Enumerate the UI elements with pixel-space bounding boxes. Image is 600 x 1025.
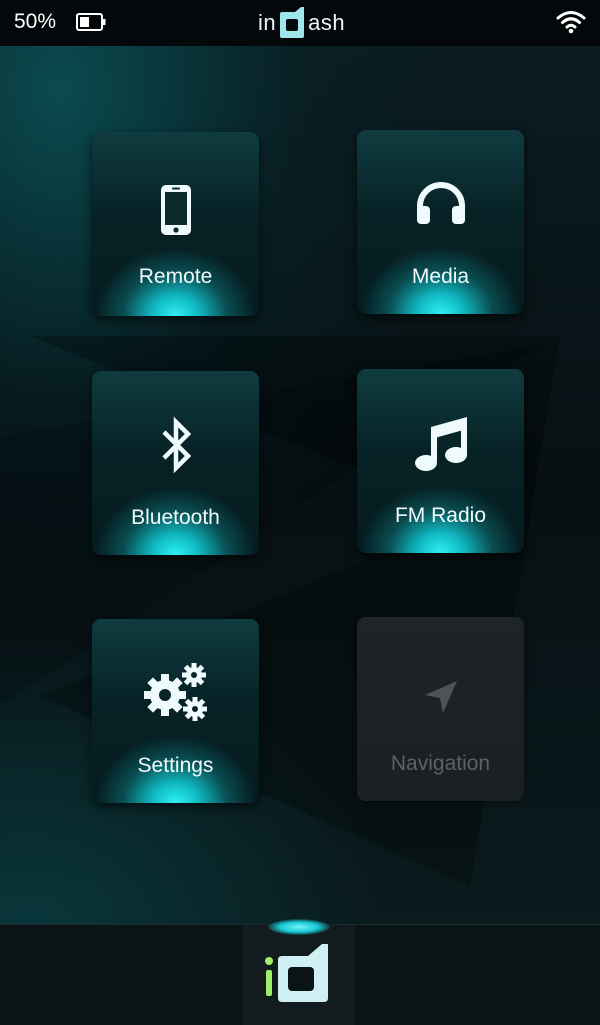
tile-fm-radio[interactable]: FM Radio <box>357 369 524 553</box>
tile-remote[interactable]: Remote <box>92 132 259 316</box>
launcher-grid: Remote Media Bluetooth FM Radio Settings… <box>0 46 600 924</box>
indash-logo-icon[interactable] <box>262 940 334 1008</box>
tile-bluetooth[interactable]: Bluetooth <box>92 371 259 555</box>
brand-logo-icon <box>280 7 305 38</box>
wifi-icon <box>556 11 586 34</box>
brand-text-left: in <box>258 10 277 35</box>
phone-icon <box>160 185 191 235</box>
battery-percent: 50% <box>14 10 57 33</box>
navigation-arrow-icon <box>424 681 457 713</box>
tile-label: Media <box>411 265 470 288</box>
status-bar: 50% in ash <box>0 0 600 46</box>
app-brand: in ash <box>258 6 345 40</box>
brand-text-right: ash <box>308 10 346 35</box>
tile-navigation[interactable]: Navigation <box>357 617 524 801</box>
tile-label: Bluetooth <box>131 506 220 529</box>
gears-icon <box>143 663 207 721</box>
music-note-icon <box>414 417 467 471</box>
tile-label: Settings <box>137 754 214 777</box>
battery-icon <box>76 13 106 31</box>
headphones-icon <box>416 182 465 224</box>
tile-label: Navigation <box>390 752 491 775</box>
tile-label: FM Radio <box>394 504 487 527</box>
home-glow-indicator <box>268 919 330 935</box>
tile-label: Remote <box>138 265 213 288</box>
bluetooth-icon <box>161 416 191 474</box>
tile-settings[interactable]: Settings <box>92 619 259 803</box>
tile-media[interactable]: Media <box>357 130 524 314</box>
